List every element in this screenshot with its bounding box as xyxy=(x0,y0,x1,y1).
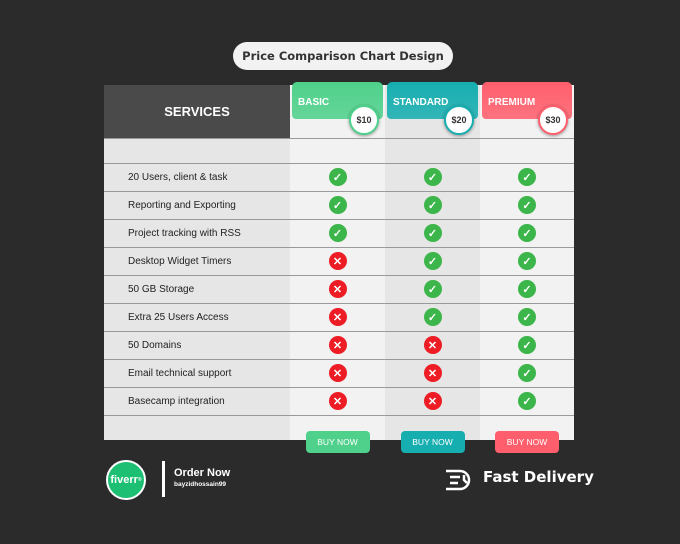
x-circle-icon: ✕ xyxy=(423,392,442,410)
check-circle-icon: ✓ xyxy=(423,224,442,242)
plan-price: $20 xyxy=(444,105,474,135)
x-circle-icon: ✕ xyxy=(328,308,347,326)
username: bayzidhossain99 xyxy=(174,481,227,488)
service-label: Extra 25 Users Access xyxy=(128,311,229,323)
service-label: Reporting and Exporting xyxy=(128,199,236,211)
check-circle-icon: ✓ xyxy=(518,280,536,298)
check-circle-icon: ✓ xyxy=(518,224,536,242)
check-circle-icon: ✓ xyxy=(518,364,536,382)
service-label: Desktop Widget Timers xyxy=(128,255,232,267)
row-divider xyxy=(104,138,574,139)
page-title: Price Comparison Chart Design xyxy=(233,42,453,70)
fast-delivery-text: Fast Delivery xyxy=(483,468,594,486)
check-circle-icon: ✓ xyxy=(328,168,347,186)
services-header: SERVICES xyxy=(104,85,290,138)
check-circle-icon: ✓ xyxy=(518,392,536,410)
check-circle-icon: ✓ xyxy=(423,280,442,298)
service-label: Basecamp integration xyxy=(128,395,225,407)
buy-now-button-standard[interactable]: BUY NOW xyxy=(400,431,465,453)
service-label: 50 Domains xyxy=(128,339,182,351)
check-circle-icon: ✓ xyxy=(423,308,442,326)
service-label: 20 Users, client & task xyxy=(128,171,228,183)
check-circle-icon: ✓ xyxy=(518,336,536,354)
x-circle-icon: ✕ xyxy=(328,336,347,354)
check-circle-icon: ✓ xyxy=(423,196,442,214)
check-circle-icon: ✓ xyxy=(328,224,347,242)
check-circle-icon: ✓ xyxy=(518,308,536,326)
pricing-table: SERVICES 20 Users, client & task Reportin… xyxy=(104,82,574,440)
check-circle-icon: ✓ xyxy=(518,252,536,270)
x-circle-icon: ✕ xyxy=(328,364,347,382)
service-label: Project tracking with RSS xyxy=(128,227,241,239)
x-circle-icon: ✕ xyxy=(328,392,347,410)
row-divider xyxy=(104,415,574,416)
x-circle-icon: ✕ xyxy=(423,336,442,354)
check-circle-icon: ✓ xyxy=(518,196,536,214)
service-label: Email technical support xyxy=(128,367,232,379)
buy-now-button-basic[interactable]: BUY NOW xyxy=(305,431,370,453)
check-circle-icon: ✓ xyxy=(423,168,442,186)
check-circle-icon: ✓ xyxy=(423,252,442,270)
service-label: 50 GB Storage xyxy=(128,283,195,295)
x-circle-icon: ✕ xyxy=(423,364,442,382)
buy-now-button-premium[interactable]: BUY NOW xyxy=(495,431,559,453)
plan-price: $30 xyxy=(538,105,568,135)
x-circle-icon: ✕ xyxy=(328,280,347,298)
check-circle-icon: ✓ xyxy=(518,168,536,186)
x-circle-icon: ✕ xyxy=(328,252,347,270)
check-circle-icon: ✓ xyxy=(328,196,347,214)
fiverr-logo: fiverr ® xyxy=(106,460,146,500)
fast-delivery-icon xyxy=(446,469,471,491)
plan-price: $10 xyxy=(349,105,379,135)
order-now-text: Order Now xyxy=(174,467,231,479)
divider xyxy=(162,461,165,497)
